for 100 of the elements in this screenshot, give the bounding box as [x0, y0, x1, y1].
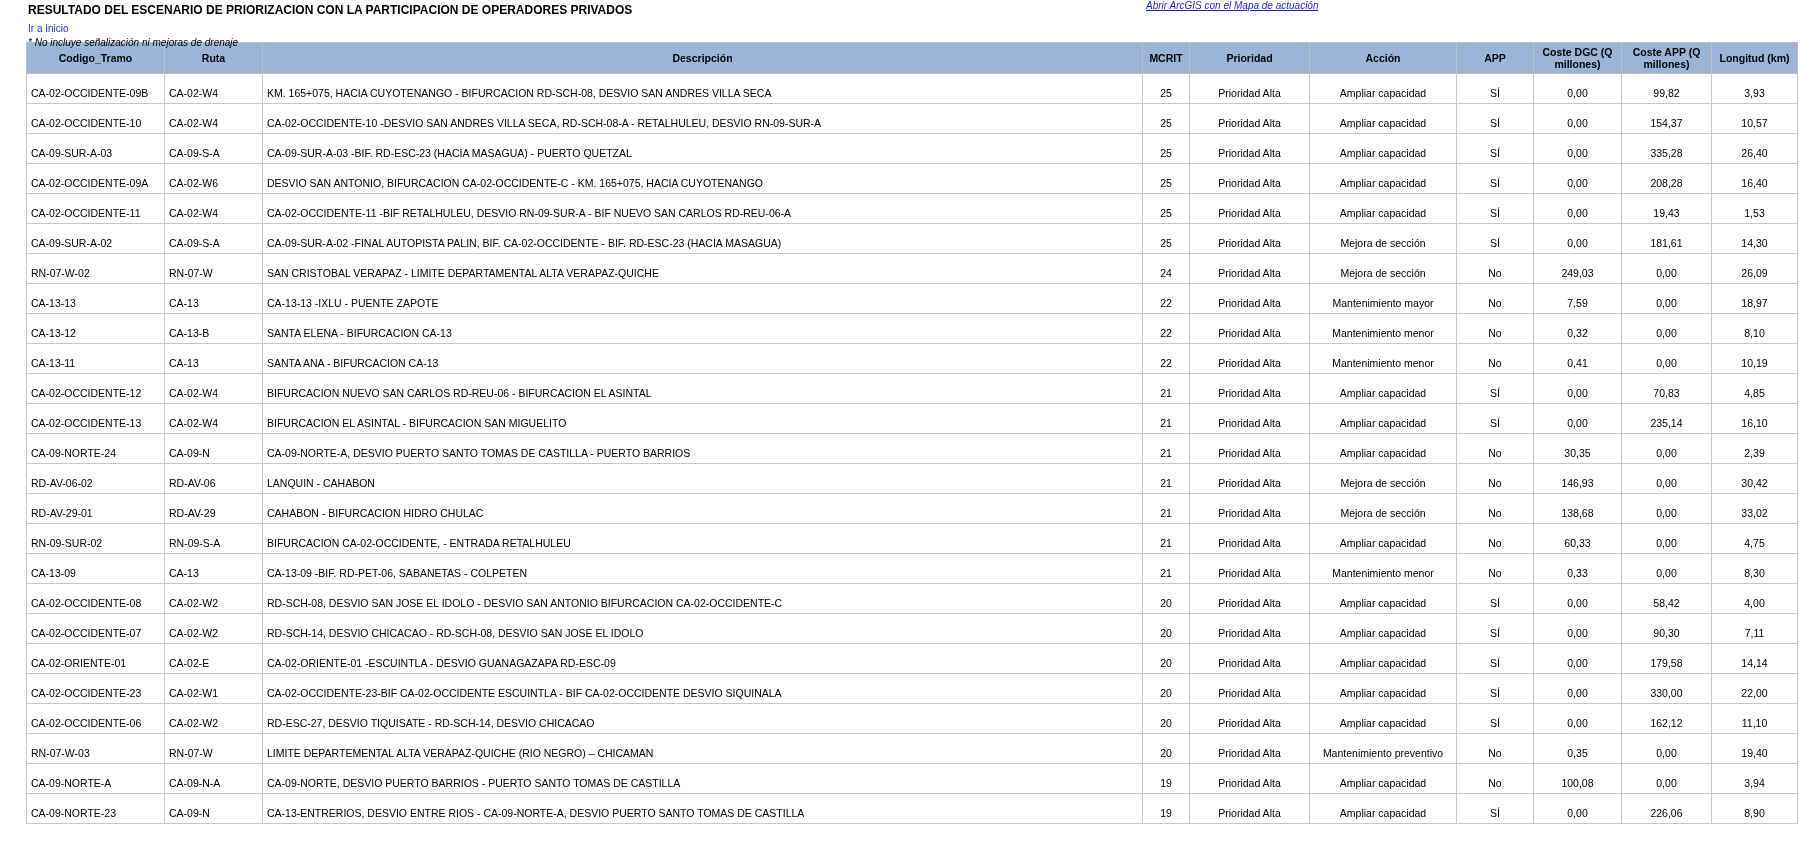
table-cell: Prioridad Alta — [1189, 583, 1310, 614]
table-cell: Prioridad Alta — [1189, 733, 1310, 764]
table-cell: Ampliar capacidad — [1309, 163, 1457, 194]
table-cell: Mantenimiento menor — [1309, 343, 1457, 374]
table-cell: 0,00 — [1621, 313, 1712, 344]
table-cell: 90,30 — [1621, 613, 1712, 644]
table-cell: SÍ — [1456, 403, 1534, 434]
table-cell: 10,57 — [1711, 103, 1798, 134]
table-cell: 22,00 — [1711, 673, 1798, 704]
table-cell: 14,14 — [1711, 643, 1798, 674]
table-cell: CA-02-W6 — [164, 163, 263, 194]
table-cell: 1,53 — [1711, 193, 1798, 224]
table-cell: SÍ — [1456, 613, 1534, 644]
table-cell: Prioridad Alta — [1189, 103, 1310, 134]
table-cell: LANQUIN - CAHABON — [262, 463, 1143, 494]
table-cell: Ampliar capacidad — [1309, 643, 1457, 674]
table-cell: SÍ — [1456, 643, 1534, 674]
table-cell: Prioridad Alta — [1189, 493, 1310, 524]
table-cell: 3,94 — [1711, 763, 1798, 794]
table-cell: BIFURCACION NUEVO SAN CARLOS RD-REU-06 - BIFURCACION EL ASINTAL — [262, 373, 1143, 404]
table-cell: Prioridad Alta — [1189, 763, 1310, 794]
table-cell: SÍ — [1456, 223, 1534, 254]
table-cell: 7,11 — [1711, 613, 1798, 644]
table-cell: 26,40 — [1711, 133, 1798, 164]
table-cell: 19,40 — [1711, 733, 1798, 764]
table-cell: CA-02-OCCIDENTE-09A — [26, 163, 165, 194]
table-cell: CA-09-SUR-A-02 -FINAL AUTOPISTA PALIN, BIF. CA-02-OCCIDENTE - BIF. RD-ESC-23 (HACIA MASAGUA) — [262, 223, 1143, 254]
table-cell: 30,35 — [1533, 433, 1622, 464]
table-cell: SANTA ANA - BIFURCACION CA-13 — [262, 343, 1143, 374]
table-cell: SÍ — [1456, 583, 1534, 614]
table-cell: CA-13 — [164, 553, 263, 584]
table-cell: 0,00 — [1533, 703, 1622, 734]
table-cell: 16,10 — [1711, 403, 1798, 434]
table-cell: CAHABON - BIFURCACION HIDRO CHULAC — [262, 493, 1143, 524]
table-cell: SANTA ELENA - BIFURCACION CA-13 — [262, 313, 1143, 344]
table-cell: No — [1456, 523, 1534, 554]
table-cell: CA-02-OCCIDENTE-10 — [26, 103, 165, 134]
table-cell: Mantenimiento menor — [1309, 553, 1457, 584]
table-cell: CA-02-W4 — [164, 403, 263, 434]
table-cell: 22 — [1142, 283, 1190, 314]
column-header: Coste DGC (Q millones) — [1533, 42, 1622, 74]
table-cell: RD-AV-29 — [164, 493, 263, 524]
table-cell: No — [1456, 553, 1534, 584]
table-cell: 10,19 — [1711, 343, 1798, 374]
table-cell: 0,00 — [1533, 73, 1622, 104]
table-cell: CA-02-OCCIDENTE-09B — [26, 73, 165, 104]
table-cell: CA-09-N-A — [164, 763, 263, 794]
table-cell: 100,08 — [1533, 763, 1622, 794]
table-cell: 22 — [1142, 313, 1190, 344]
table-cell: Ampliar capacidad — [1309, 133, 1457, 164]
table-cell: 181,61 — [1621, 223, 1712, 254]
table-cell: 21 — [1142, 493, 1190, 524]
table-cell: CA-02-W4 — [164, 73, 263, 104]
table-cell: Prioridad Alta — [1189, 343, 1310, 374]
table-cell: SÍ — [1456, 793, 1534, 824]
table-cell: Mejora de sección — [1309, 253, 1457, 284]
table-cell: RD-AV-06-02 — [26, 463, 165, 494]
table-cell: CA-02-E — [164, 643, 263, 674]
table-cell: SÍ — [1456, 73, 1534, 104]
table-cell: RN-07-W — [164, 253, 263, 284]
table-cell: CA-09-SUR-A-03 — [26, 133, 165, 164]
table-cell: 21 — [1142, 373, 1190, 404]
table-cell: CA-09-N — [164, 433, 263, 464]
table-cell: CA-09-SUR-A-03 -BIF. RD-ESC-23 (HACIA MASAGUA) - PUERTO QUETZAL — [262, 133, 1143, 164]
table-cell: 0,00 — [1533, 583, 1622, 614]
table-cell: 8,10 — [1711, 313, 1798, 344]
table-cell: 0,00 — [1533, 133, 1622, 164]
table-cell: 235,14 — [1621, 403, 1712, 434]
table-cell: DESVIO SAN ANTONIO, BIFURCACION CA-02-OCCIDENTE-C - KM. 165+075, HACIA CUYOTENANGO — [262, 163, 1143, 194]
table-cell: Ampliar capacidad — [1309, 193, 1457, 224]
table-cell: 0,00 — [1621, 433, 1712, 464]
table-cell: No — [1456, 433, 1534, 464]
table-cell: Prioridad Alta — [1189, 643, 1310, 674]
home-link[interactable]: Ir a Inicio — [28, 22, 69, 35]
table-cell: 25 — [1142, 193, 1190, 224]
table-cell: 226,06 — [1621, 793, 1712, 824]
table-cell: CA-02-W4 — [164, 193, 263, 224]
table-cell: Prioridad Alta — [1189, 253, 1310, 284]
table-cell: CA-02-OCCIDENTE-11 -BIF RETALHULEU, DESVIO RN-09-SUR-A - BIF NUEVO SAN CARLOS RD-REU-06-A — [262, 193, 1143, 224]
table-cell: 60,33 — [1533, 523, 1622, 554]
map-link[interactable]: Abrir ArcGIS con el Mapa de actuación — [1146, 0, 1319, 12]
table-cell: Ampliar capacidad — [1309, 793, 1457, 824]
table-cell: 330,00 — [1621, 673, 1712, 704]
table-cell: RD-SCH-08, DESVIO SAN JOSE EL IDOLO - DESVIO SAN ANTONIO BIFURCACION CA-02-OCCIDENTE-C — [262, 583, 1143, 614]
table-cell: CA-09-SUR-A-02 — [26, 223, 165, 254]
table-cell: Prioridad Alta — [1189, 703, 1310, 734]
table-cell: CA-02-OCCIDENTE-07 — [26, 613, 165, 644]
table-cell: 70,83 — [1621, 373, 1712, 404]
table-cell: SAN CRISTOBAL VERAPAZ - LIMITE DEPARTAMENTAL ALTA VERAPAZ-QUICHE — [262, 253, 1143, 284]
table-cell: Prioridad Alta — [1189, 673, 1310, 704]
table-cell: 179,58 — [1621, 643, 1712, 674]
table-cell: Ampliar capacidad — [1309, 373, 1457, 404]
table-cell: RD-AV-29-01 — [26, 493, 165, 524]
table-cell: CA-02-W1 — [164, 673, 263, 704]
table-cell: RN-07-W-03 — [26, 733, 165, 764]
table-cell: 0,00 — [1621, 733, 1712, 764]
table-cell: CA-13-ENTRERIOS, DESVIO ENTRE RIOS - CA-09-NORTE-A, DESVIO PUERTO SANTO TOMAS DE CASTILLA — [262, 793, 1143, 824]
table-cell: CA-02-OCCIDENTE-08 — [26, 583, 165, 614]
table-cell: 8,30 — [1711, 553, 1798, 584]
table-cell: RD-ESC-27, DESVIO TIQUISATE - RD-SCH-14, DESVIO CHICACAO — [262, 703, 1143, 734]
